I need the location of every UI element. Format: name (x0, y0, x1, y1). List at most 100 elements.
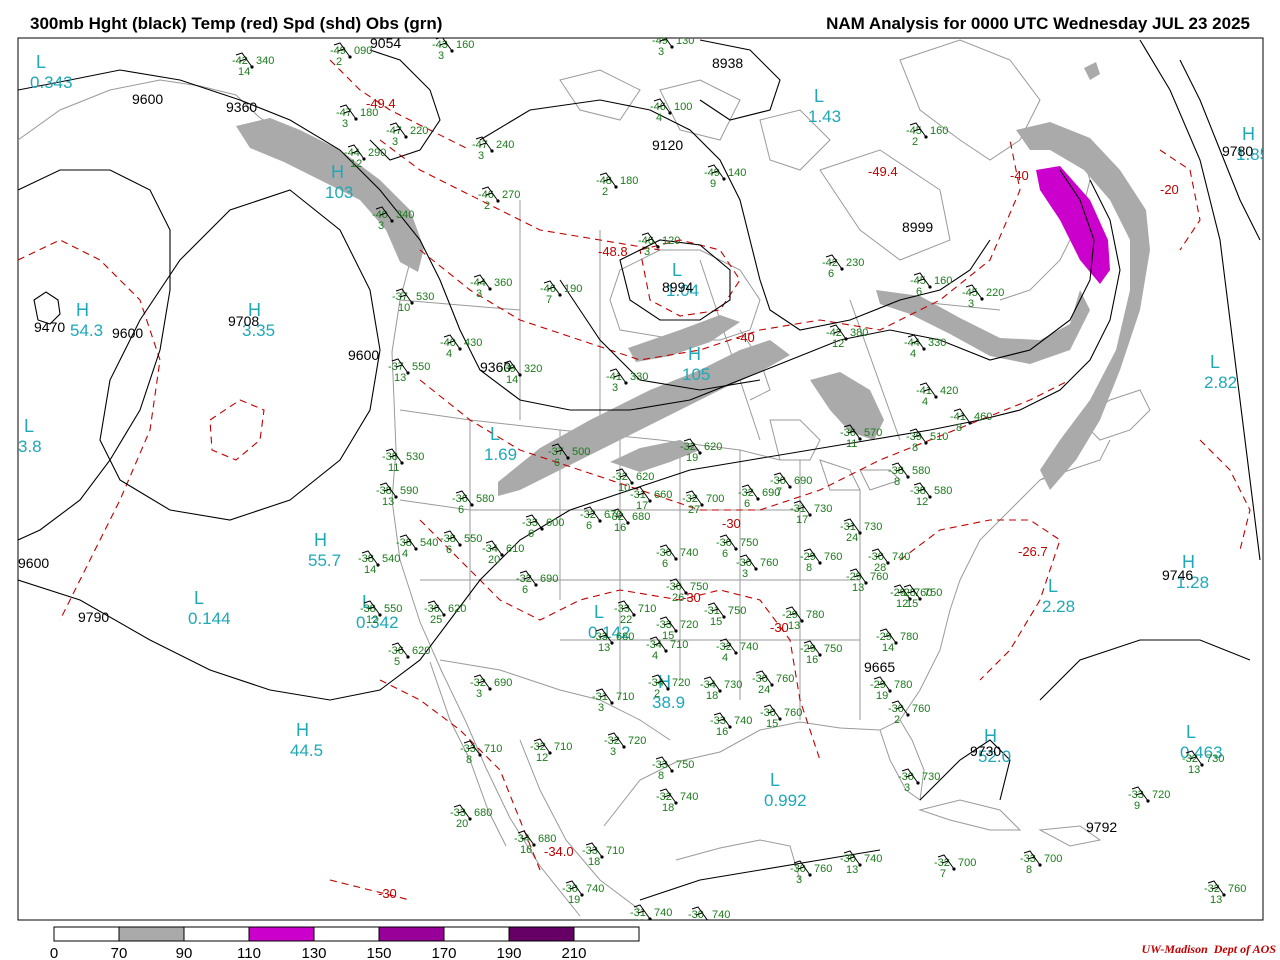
obs-height: 460 (974, 411, 992, 423)
obs-height: 740 (680, 547, 698, 559)
legend-color-box (508, 926, 575, 942)
obs-dewpoint-depression: 6 (662, 558, 668, 570)
obs-dewpoint-depression: 3 (438, 50, 444, 62)
obs-dewpoint-depression: 8 (658, 770, 664, 782)
pressure-center-letter: L (1048, 576, 1058, 596)
obs-dewpoint-depression: 22 (620, 614, 632, 626)
obs-height: 180 (620, 175, 638, 187)
obs-height: 570 (864, 427, 882, 439)
pressure-center-value: 1.69 (484, 445, 517, 464)
obs-dewpoint-depression: 8 (806, 562, 812, 574)
pressure-center-value: 0.343 (30, 73, 73, 92)
obs-height: 760 (760, 557, 778, 569)
obs-dewpoint-depression: 16 (614, 522, 626, 534)
obs-height: 730 (1206, 753, 1224, 765)
obs-dewpoint-depression: 3 (610, 746, 616, 758)
obs-dewpoint-depression: 7 (776, 486, 782, 498)
weather-map: L0.343L1.43H1.85H103L1.04H54.3H3.35H105L… (17, 37, 1264, 960)
obs-height: 530 (406, 451, 424, 463)
height-label: 8994 (662, 279, 693, 295)
obs-dewpoint-depression: 15 (710, 616, 722, 628)
pressure-center-letter: L (36, 52, 46, 72)
obs-dewpoint-depression: 18 (588, 856, 600, 868)
legend-color-box (118, 926, 185, 942)
obs-dewpoint-depression: 4 (910, 348, 916, 360)
obs-dewpoint-depression: 17 (796, 514, 808, 526)
obs-height: 720 (1152, 789, 1170, 801)
obs-height: 690 (540, 573, 558, 585)
obs-dewpoint-depression: 2 (336, 56, 342, 68)
obs-dewpoint-depression: 8 (1026, 864, 1032, 876)
obs-height: 720 (680, 619, 698, 631)
temperature-label: -49.4 (868, 164, 898, 179)
obs-height: 420 (940, 385, 958, 397)
obs-height: 270 (502, 189, 520, 201)
height-label: 9600 (132, 91, 163, 107)
obs-dewpoint-depression: 11 (846, 438, 857, 450)
pressure-center-letter: H (1242, 124, 1255, 144)
pressure-center-value: 1.43 (808, 107, 841, 126)
obs-height: 620 (412, 645, 430, 657)
obs-height: 700 (1044, 853, 1062, 865)
legend-tick-label: 150 (366, 945, 391, 960)
pressure-center-letter: L (594, 602, 604, 622)
obs-height: 580 (476, 493, 494, 505)
obs-dewpoint-depression: 6 (916, 286, 922, 298)
obs-dewpoint-depression: 3 (904, 782, 910, 794)
obs-dewpoint-depression: 4 (446, 348, 452, 360)
obs-height: 740 (680, 791, 698, 803)
obs-height: 740 (864, 853, 882, 865)
obs-height: 710 (616, 691, 634, 703)
obs-dewpoint-depression: 20 (456, 818, 468, 830)
obs-height: 730 (814, 503, 832, 515)
obs-height: 660 (654, 489, 672, 501)
temperature-label: -34.0 (544, 844, 574, 859)
obs-dewpoint-depression: 19 (568, 894, 580, 906)
pressure-center-value: 3.8 (18, 437, 42, 456)
obs-height: 160 (456, 39, 474, 51)
obs-height: 750 (728, 605, 746, 617)
temperature-label: -26.7 (1018, 544, 1048, 559)
obs-height: 760 (912, 703, 930, 715)
obs-dewpoint-depression: 7 (940, 868, 946, 880)
obs-dewpoint-depression: 3 (478, 150, 484, 162)
obs-height: 580 (912, 465, 930, 477)
obs-dewpoint-depression: 8 (466, 754, 472, 766)
obs-dewpoint-depression: 16 (806, 654, 818, 666)
pressure-center-letter: L (1210, 352, 1220, 372)
obs-height: 760 (814, 863, 832, 875)
pressure-center-value: 55.7 (308, 551, 341, 570)
obs-height: 140 (728, 167, 746, 179)
obs-height: 710 (670, 639, 688, 651)
pressure-center-value: 105 (682, 365, 710, 384)
legend-color-box (248, 926, 315, 942)
obs-dewpoint-depression: 6 (522, 584, 528, 596)
obs-height: 780 (806, 609, 824, 621)
obs-dewpoint-depression: 9 (1134, 800, 1140, 812)
pressure-center-letter: L (194, 588, 204, 608)
obs-height: 750 (740, 537, 758, 549)
pressure-center-letter: H (314, 530, 327, 550)
temperature-label: -20 (1160, 182, 1179, 197)
obs-height: 700 (958, 857, 976, 869)
obs-dewpoint-depression: 13 (788, 620, 800, 632)
obs-dewpoint-depression: 20 (488, 554, 500, 566)
obs-height: 700 (706, 493, 724, 505)
obs-height: 760 (1228, 883, 1246, 895)
credit-dept: Dept of AOS (1213, 942, 1276, 956)
obs-height: 330 (928, 337, 946, 349)
pressure-center-value: 2.28 (1042, 597, 1075, 616)
obs-dewpoint-depression: 3 (378, 220, 384, 232)
obs-height: 340 (396, 209, 414, 221)
obs-dewpoint-depression: 6 (586, 520, 592, 532)
obs-height: 240 (496, 139, 514, 151)
obs-dewpoint-depression: 8 (894, 476, 900, 488)
obs-height: 680 (632, 511, 650, 523)
obs-dewpoint-depression: 15 (906, 598, 918, 610)
obs-dewpoint-depression: 3 (644, 246, 650, 258)
legend-color-box (183, 926, 250, 942)
obs-height: 330 (630, 371, 648, 383)
obs-dewpoint-depression: 3 (476, 288, 482, 300)
obs-height: 740 (712, 909, 730, 921)
legend-tick-label: 190 (496, 945, 521, 960)
